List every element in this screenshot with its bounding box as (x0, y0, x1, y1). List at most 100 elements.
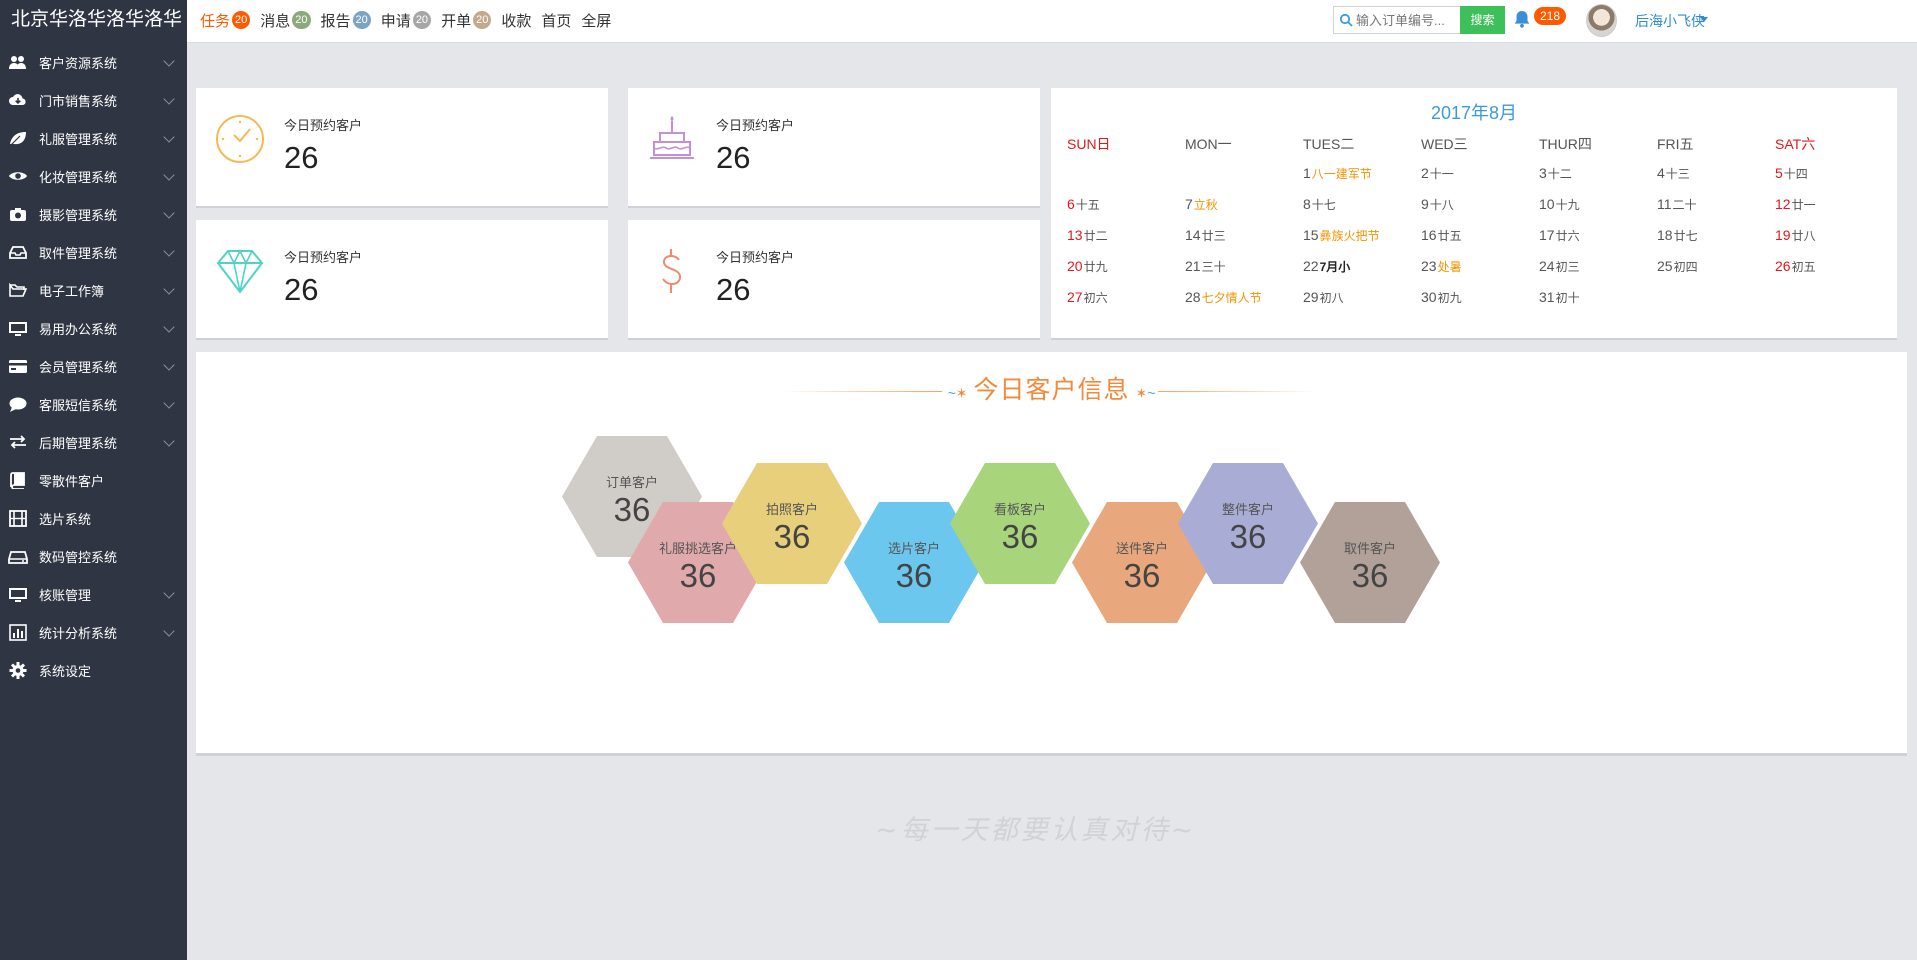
calendar-day[interactable]: 5十四 (1775, 165, 1893, 182)
user-name-link[interactable]: 后海小飞侠 (1635, 11, 1705, 31)
motto-text: ~每一天都要认真对待~ (875, 815, 1197, 846)
calendar-day[interactable]: 9十八 (1421, 196, 1539, 213)
sidebar-item[interactable]: 选片系统 (0, 499, 187, 537)
calendar-day[interactable]: 2十一 (1421, 165, 1539, 182)
calendar-day[interactable]: 14廿三 (1185, 227, 1303, 244)
calendar-weekday-row: SUN日 MON一 TUES二 WED三 THUR四 FRI五 SAT六 (1067, 129, 1893, 158)
sidebar-item[interactable]: 后期管理系统 (0, 423, 187, 461)
calendar-day-lunar: 廿五 (1437, 229, 1462, 243)
sidebar-item[interactable]: 取件管理系统 (0, 233, 187, 271)
bar-chart-icon (8, 623, 28, 641)
notification-count-badge: 218 (1534, 7, 1567, 25)
search-button[interactable]: 搜索 (1460, 6, 1505, 34)
calendar-day-lunar: 廿二 (1083, 229, 1108, 243)
sidebar-item[interactable]: 礼服管理系统 (0, 119, 187, 157)
comment-icon (8, 395, 28, 413)
top-nav-item[interactable]: 收款 (501, 10, 531, 31)
film-icon (8, 509, 28, 527)
sidebar-item[interactable]: 数码管控系统 (0, 537, 187, 575)
calendar-day[interactable]: 10十九 (1539, 196, 1657, 213)
calendar-day[interactable]: 25初四 (1657, 258, 1775, 275)
calendar-day[interactable]: 28七夕情人节 (1185, 289, 1303, 306)
top-nav-label: 全屏 (581, 12, 612, 30)
chevron-down-icon[interactable] (1700, 17, 1708, 22)
top-nav-item[interactable]: 消息 20 (260, 10, 311, 31)
calendar-week-row: 1八一建军节 2十一 3十二 4十三 5十四 (1067, 158, 1893, 189)
sidebar-item[interactable]: 客户资源系统 (0, 43, 187, 81)
sidebar-item[interactable]: 易用办公系统 (0, 309, 187, 347)
search-input[interactable] (1356, 10, 1468, 30)
stat-card-appointments-2: 今日预约客户 26 (628, 88, 1040, 206)
calendar-day[interactable]: 26初五 (1775, 258, 1893, 275)
calendar-day-number: 1 (1303, 165, 1311, 181)
calendar-weekday: FRI五 (1657, 135, 1694, 152)
customer-category-hexagon[interactable]: 取件客户 36 (1300, 502, 1440, 623)
sidebar-item-label: 电子工作簿 (39, 283, 105, 299)
sidebar-item-label: 系统设定 (39, 663, 92, 679)
calendar-day[interactable]: 20廿九 (1067, 258, 1185, 275)
calendar-day-number: 15 (1303, 227, 1319, 243)
sidebar-item[interactable]: 系统设定 (0, 651, 187, 689)
sidebar-item[interactable]: 摄影管理系统 (0, 195, 187, 233)
calendar-day-lunar: 廿八 (1791, 229, 1816, 243)
sidebar-item[interactable]: 核账管理 (0, 575, 187, 613)
calendar-day[interactable]: 23处暑 (1421, 258, 1539, 275)
calendar-day[interactable]: 11二十 (1657, 196, 1775, 213)
calendar-day-lunar: 廿六 (1555, 229, 1580, 243)
search-box (1333, 6, 1474, 34)
top-nav-item[interactable]: 申请 20 (381, 10, 432, 31)
calendar-day-lunar: 三十 (1201, 260, 1226, 274)
calendar-day[interactable]: 13廿二 (1067, 227, 1185, 244)
calendar-day-number: 2 (1421, 165, 1429, 181)
top-nav-label: 收款 (501, 12, 532, 30)
sidebar-item[interactable]: 会员管理系统 (0, 347, 187, 385)
calendar-day-number: 18 (1657, 227, 1673, 243)
top-nav-item[interactable]: 首页 (541, 10, 571, 31)
calendar-day[interactable]: 16廿五 (1421, 227, 1539, 244)
top-nav-item[interactable]: 开单 20 (441, 10, 492, 31)
sidebar-item[interactable]: 统计分析系统 (0, 613, 187, 651)
calendar-day[interactable]: 21三十 (1185, 258, 1303, 275)
calendar-day[interactable]: 6十五 (1067, 196, 1185, 213)
calendar-day[interactable]: 8十七 (1303, 196, 1421, 213)
calendar-day[interactable]: 1八一建军节 (1303, 165, 1421, 182)
calendar-weekday: TUES二 (1303, 135, 1355, 152)
calendar-day[interactable]: 30初九 (1421, 289, 1539, 306)
sidebar-item[interactable]: 客服短信系统 (0, 385, 187, 423)
top-nav-item[interactable]: 报告 20 (321, 10, 371, 31)
calendar-day[interactable]: 18廿七 (1657, 227, 1775, 244)
top-nav-item[interactable]: 全屏 (581, 10, 611, 31)
calendar-day-number: 27 (1067, 289, 1083, 305)
calendar-day-number: 22 (1303, 258, 1319, 274)
sidebar-item[interactable]: 门市销售系统 (0, 81, 187, 119)
user-avatar[interactable] (1586, 4, 1617, 37)
panel-title-text: 今日客户信息 (973, 376, 1130, 404)
count-badge: 20 (473, 11, 492, 29)
calendar-day[interactable]: 3十二 (1539, 165, 1657, 182)
sidebar-item[interactable]: 化妆管理系统 (0, 157, 187, 195)
calendar-day[interactable]: 12廿一 (1775, 196, 1893, 213)
chevron-down-icon (163, 55, 175, 67)
calendar-day[interactable]: 19廿八 (1775, 227, 1893, 244)
calendar-day[interactable]: 17廿六 (1539, 227, 1657, 244)
stat-value: 26 (284, 272, 319, 307)
calendar-day[interactable]: 7立秋 (1185, 196, 1303, 213)
calendar-day-lunar: 廿一 (1791, 198, 1816, 212)
calendar-day-lunar: 十四 (1783, 167, 1808, 181)
chevron-down-icon (163, 169, 175, 181)
bell-icon[interactable] (1511, 8, 1533, 30)
sidebar-item[interactable]: 电子工作簿 (0, 271, 187, 309)
calendar-day[interactable]: 31初十 (1539, 289, 1657, 306)
calendar-day-number: 13 (1067, 227, 1083, 243)
top-nav-label: 开单 (441, 12, 472, 30)
sidebar-item[interactable]: 零散件客户 (0, 461, 187, 499)
calendar-day[interactable]: 4十三 (1657, 165, 1775, 182)
calendar-day[interactable]: 227月小 (1303, 258, 1421, 275)
top-nav-item[interactable]: 任务 20 (200, 10, 251, 31)
calendar-day[interactable]: 29初八 (1303, 289, 1421, 306)
calendar-day[interactable]: 27初六 (1067, 289, 1185, 306)
calendar-day[interactable]: 24初三 (1539, 258, 1657, 275)
top-nav: 任务 20 消息 20 报告 20 申请 20 开单 20 收款 首页 全屏 (200, 0, 621, 40)
calendar-day-lunar: 处暑 (1437, 260, 1462, 274)
calendar-day[interactable]: 15彝族火把节 (1303, 227, 1421, 244)
